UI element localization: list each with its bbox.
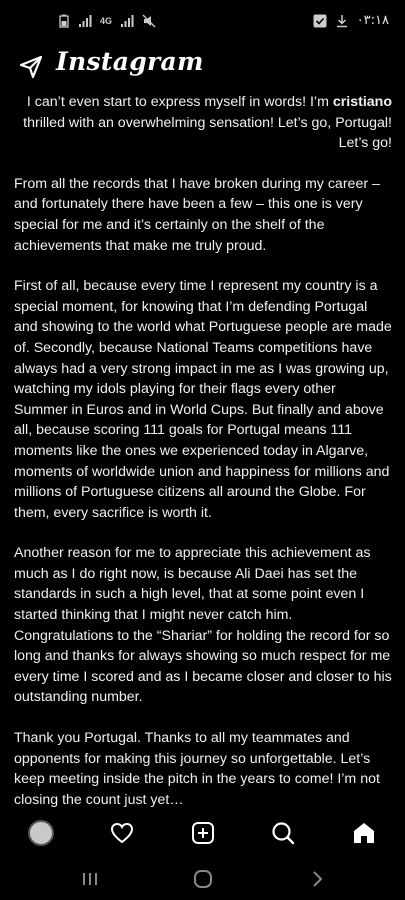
home-icon[interactable] — [349, 818, 379, 848]
caption-text-pre: I can’t even start to express myself in … — [26, 94, 333, 110]
status-right: ۰۳:۱۸ — [313, 13, 389, 28]
add-post-icon[interactable] — [188, 818, 218, 848]
post-caption: I can’t even start to express myself in … — [14, 92, 392, 830]
caption-first-paragraph: I can’t even start to express myself in … — [14, 92, 392, 154]
caption-paragraph: From all the records that I have broken … — [14, 175, 380, 254]
status-left: 4G — [58, 14, 156, 28]
caption-paragraph: Another reason for me to appreciate this… — [14, 545, 392, 706]
heart-icon[interactable] — [107, 818, 137, 848]
status-time: ۰۳:۱۸ — [356, 13, 389, 28]
bottom-nav — [0, 808, 405, 856]
download-icon — [336, 14, 347, 27]
send-arrow-icon[interactable] — [18, 54, 44, 80]
status-bar: 4G ۰۳:۱۸ — [0, 0, 405, 44]
signal-icon — [121, 15, 134, 27]
caption-paragraph: First of all, because every time I repre… — [14, 278, 392, 521]
recents-icon[interactable] — [78, 868, 102, 890]
app-header: Instagram — [0, 44, 405, 92]
battery-icon — [59, 14, 69, 28]
author-username[interactable]: cristiano — [333, 94, 392, 110]
caption-text-post: thrilled with an overwhelming sensation!… — [23, 114, 392, 152]
profile-avatar[interactable] — [26, 818, 56, 848]
network-label: 4G — [100, 15, 113, 26]
search-icon[interactable] — [268, 818, 298, 848]
system-nav — [0, 858, 405, 900]
caption-paragraph: Thank you Portugal. Thanks to all my tea… — [14, 730, 380, 808]
home-circle-icon[interactable] — [191, 868, 215, 890]
mute-icon — [142, 14, 156, 28]
signal-icon — [79, 15, 92, 27]
app-title: Instagram — [56, 47, 204, 76]
back-chevron-icon[interactable] — [305, 868, 329, 890]
check-icon — [313, 14, 327, 27]
avatar — [28, 820, 54, 846]
